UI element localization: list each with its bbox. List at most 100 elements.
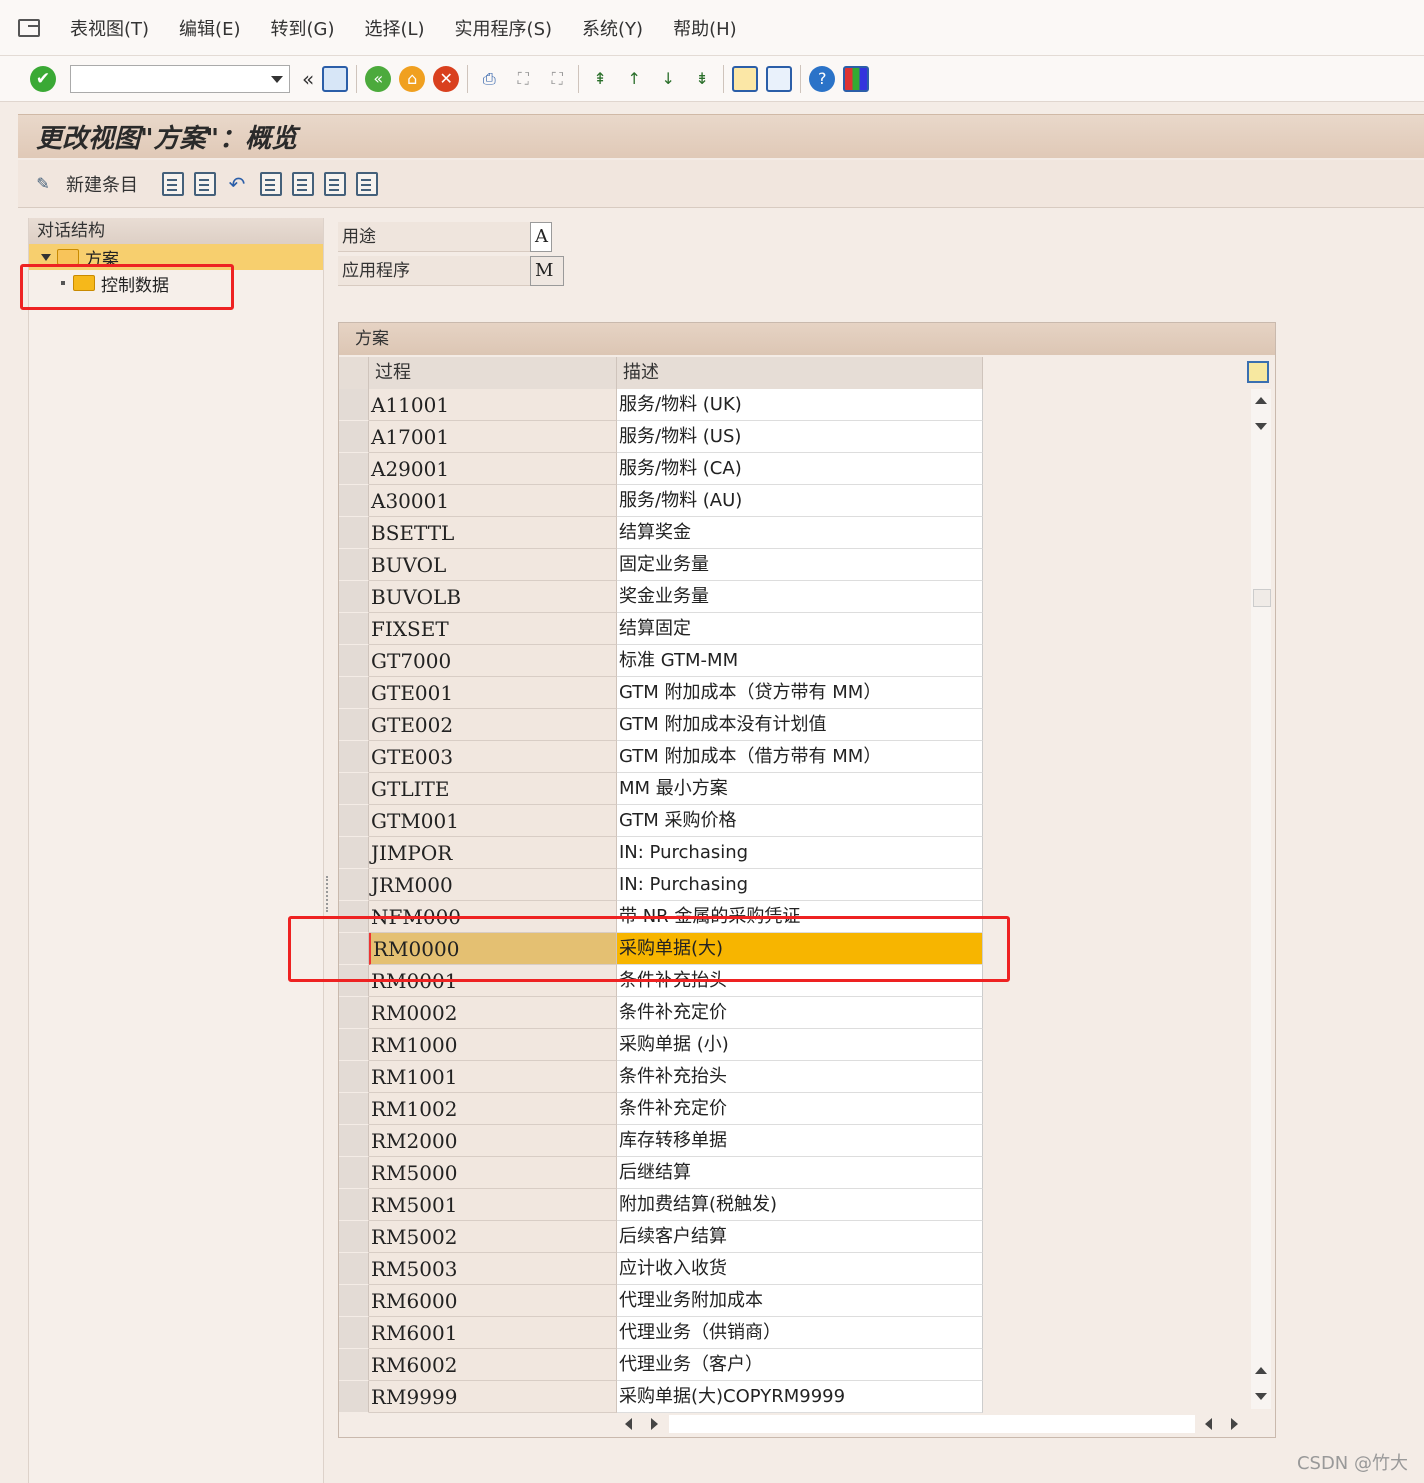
table-row[interactable]: BUVOL 固定业务量 (339, 549, 985, 581)
table-row[interactable]: RM0001 条件补充抬头 (339, 965, 985, 997)
row-selector[interactable] (339, 1125, 369, 1157)
last-page-icon[interactable]: ⇟ (689, 66, 715, 92)
description-cell[interactable]: 代理业务附加成本 (617, 1285, 983, 1317)
row-selector[interactable] (339, 1349, 369, 1381)
description-cell[interactable]: 采购单据(大)COPYRM9999 (617, 1381, 983, 1413)
copy-as-icon[interactable] (162, 171, 184, 196)
horizontal-scrollbar[interactable] (617, 1413, 1267, 1433)
procedure-cell[interactable]: RM0002 (369, 997, 617, 1029)
scroll-down-icon[interactable] (1255, 423, 1267, 430)
row-selector[interactable] (339, 1253, 369, 1285)
procedure-cell[interactable]: GTLITE (369, 773, 617, 805)
row-selector[interactable] (339, 837, 369, 869)
menu-select[interactable]: 选择(L) (364, 15, 424, 41)
procedure-cell[interactable]: RM6002 (369, 1349, 617, 1381)
procedure-cell[interactable]: BUVOL (369, 549, 617, 581)
table-row[interactable]: RM5003 应计收入收货 (339, 1253, 985, 1285)
row-selector[interactable] (339, 1381, 369, 1413)
column-header-procedure[interactable]: 过程 (369, 357, 617, 389)
description-cell[interactable]: 库存转移单据 (617, 1125, 983, 1157)
delete-icon[interactable] (194, 171, 216, 196)
row-selector[interactable] (339, 869, 369, 901)
description-cell[interactable]: IN: Purchasing (617, 869, 983, 901)
row-selector[interactable] (339, 741, 369, 773)
scroll-right-icon[interactable] (651, 1418, 658, 1430)
description-cell[interactable]: 固定业务量 (617, 549, 983, 581)
procedure-cell[interactable]: NFM000 (369, 901, 617, 933)
tree-node-control-data[interactable]: 控制数据 (29, 270, 323, 296)
table-settings-icon[interactable] (1247, 361, 1269, 383)
table-row[interactable]: RM0000 采购单据(大) (339, 933, 985, 965)
row-selector[interactable] (339, 965, 369, 997)
print-icon[interactable]: ⎙ (476, 66, 502, 92)
description-cell[interactable]: 后续客户结算 (617, 1221, 983, 1253)
row-selector[interactable] (339, 485, 369, 517)
procedure-cell[interactable]: RM5002 (369, 1221, 617, 1253)
description-cell[interactable]: 采购单据(大) (617, 933, 983, 965)
row-selector[interactable] (339, 805, 369, 837)
description-cell[interactable]: GTM 附加成本（借方带有 MM） (617, 741, 983, 773)
procedure-cell[interactable]: BUVOLB (369, 581, 617, 613)
expand-icon[interactable] (41, 253, 51, 261)
description-cell[interactable]: 结算固定 (617, 613, 983, 645)
new-session-icon[interactable] (732, 65, 759, 92)
scroll-up-icon[interactable] (1255, 397, 1267, 404)
table-row[interactable]: GTE003 GTM 附加成本（借方带有 MM） (339, 741, 985, 773)
procedure-cell[interactable]: RM5001 (369, 1189, 617, 1221)
procedure-cell[interactable]: A29001 (369, 453, 617, 485)
table-row[interactable]: RM6002 代理业务（客户） (339, 1349, 985, 1381)
row-selector[interactable] (339, 677, 369, 709)
description-cell[interactable]: 结算奖金 (617, 517, 983, 549)
description-cell[interactable]: 条件补充定价 (617, 1093, 983, 1125)
description-cell[interactable]: 代理业务（客户） (617, 1349, 983, 1381)
menu-utilities[interactable]: 实用程序(S) (455, 15, 552, 41)
row-selector[interactable] (339, 773, 369, 805)
scroll-right-icon[interactable] (1231, 1418, 1238, 1430)
scroll-track[interactable] (669, 1415, 1195, 1433)
row-selector[interactable] (339, 1029, 369, 1061)
table-row[interactable]: GTM001 GTM 采购价格 (339, 805, 985, 837)
table-row[interactable]: NFM000 带 NR 金属的采购凭证 (339, 901, 985, 933)
scroll-thumb[interactable] (1253, 589, 1271, 607)
description-cell[interactable]: 服务/物料 (UK) (617, 389, 983, 421)
procedure-cell[interactable]: GT7000 (369, 645, 617, 677)
find-next-icon[interactable]: ⛶ (544, 66, 570, 92)
procedure-cell[interactable]: RM6001 (369, 1317, 617, 1349)
procedure-cell[interactable]: BSETTL (369, 517, 617, 549)
description-cell[interactable]: 奖金业务量 (617, 581, 983, 613)
scroll-left-icon[interactable] (1205, 1418, 1212, 1430)
application-field[interactable]: M (530, 256, 564, 286)
save-icon[interactable] (322, 65, 349, 92)
chevron-down-icon[interactable] (271, 75, 283, 83)
description-cell[interactable]: 服务/物料 (AU) (617, 485, 983, 517)
table-row[interactable]: RM1002 条件补充定价 (339, 1093, 985, 1125)
column-header-description[interactable]: 描述 (617, 357, 983, 389)
description-cell[interactable]: 附加费结算(税触发) (617, 1189, 983, 1221)
table-row[interactable]: GT7000 标准 GTM-MM (339, 645, 985, 677)
table-row[interactable]: A17001 服务/物料 (US) (339, 421, 985, 453)
description-cell[interactable]: 代理业务（供销商） (617, 1317, 983, 1349)
table-row[interactable]: A11001 服务/物料 (UK) (339, 389, 985, 421)
row-selector[interactable] (339, 1093, 369, 1125)
table-row[interactable]: RM5001 附加费结算(税触发) (339, 1189, 985, 1221)
procedure-cell[interactable]: A11001 (369, 389, 617, 421)
description-cell[interactable]: 服务/物料 (CA) (617, 453, 983, 485)
previous-page-icon[interactable]: ↑ (621, 66, 647, 92)
description-cell[interactable]: MM 最小方案 (617, 773, 983, 805)
menu-goto[interactable]: 转到(G) (270, 15, 334, 41)
procedure-cell[interactable]: RM1000 (369, 1029, 617, 1061)
menu-icon[interactable] (18, 18, 40, 37)
row-selector[interactable] (339, 1189, 369, 1221)
select-all-column[interactable] (339, 357, 369, 389)
table-row[interactable]: RM0002 条件补充定价 (339, 997, 985, 1029)
menu-help[interactable]: 帮助(H) (673, 15, 737, 41)
table-row[interactable]: RM1001 条件补充抬头 (339, 1061, 985, 1093)
undo-change-icon[interactable]: ↶ (224, 171, 250, 197)
description-cell[interactable]: 服务/物料 (US) (617, 421, 983, 453)
usage-field[interactable]: A (530, 222, 552, 252)
layout-icon[interactable] (843, 65, 870, 92)
description-cell[interactable]: 条件补充抬头 (617, 965, 983, 997)
splitter-handle[interactable] (326, 876, 330, 912)
procedure-cell[interactable]: A30001 (369, 485, 617, 517)
procedure-cell[interactable]: FIXSET (369, 613, 617, 645)
